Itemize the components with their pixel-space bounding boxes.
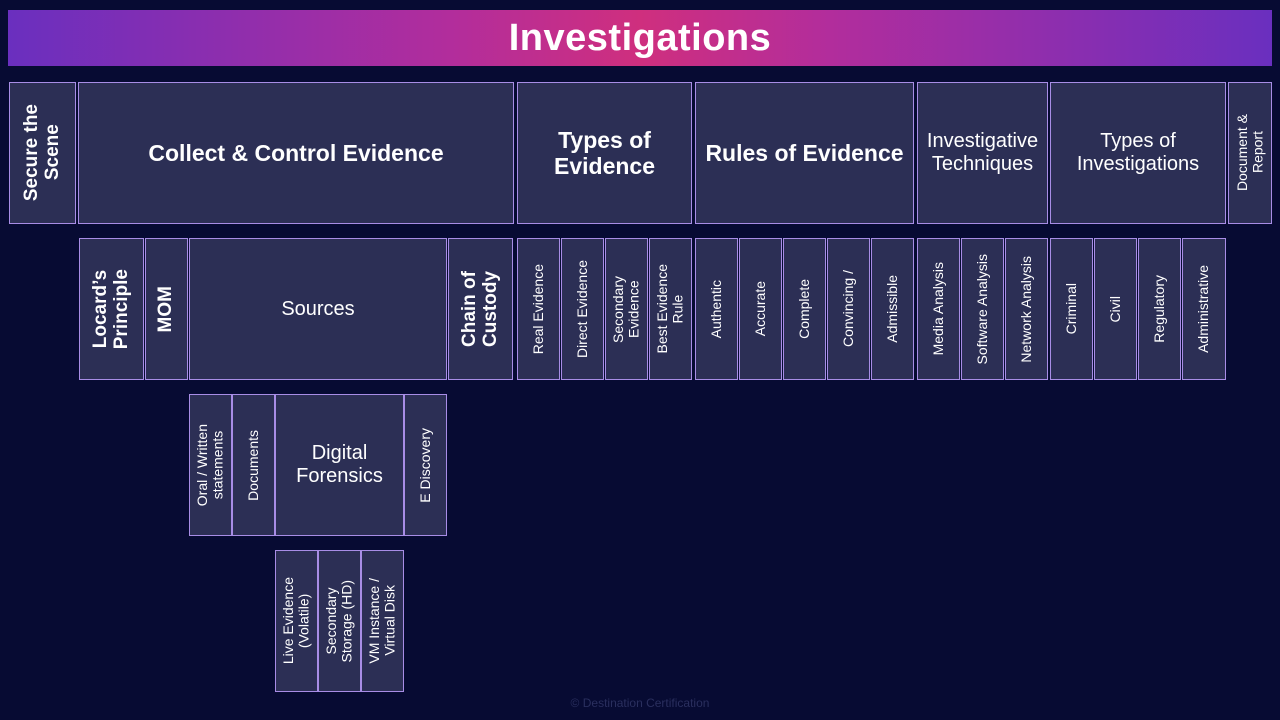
page-title: Investigations: [508, 16, 772, 59]
phase-types-of-investigations-label: Types of Investigations: [1076, 130, 1200, 175]
network-analysis-label: Network Analysis: [1017, 255, 1034, 363]
software-analysis-label: Software Analysis: [973, 253, 990, 365]
vm-instance-virtual-disk-label: VM Instance / Virtual Disk: [366, 578, 398, 664]
mom: MOM: [145, 238, 188, 380]
investigation-criminal-label: Criminal: [1062, 283, 1079, 335]
network-analysis: Network Analysis: [1005, 238, 1048, 380]
investigation-criminal: Criminal: [1050, 238, 1093, 380]
best-evidence-rule: Best Evidence Rule: [649, 238, 692, 380]
phase-types-of-evidence-label: Types of Evidence: [554, 126, 655, 179]
phase-investigative-techniques: Investigative Techniques: [917, 82, 1048, 224]
rule-accurate: Accurate: [739, 238, 782, 380]
rule-complete: Complete: [783, 238, 826, 380]
media-analysis-label: Media Analysis: [929, 262, 946, 356]
phase-secure-the-scene: Secure the Scene: [9, 82, 76, 224]
digital-forensics: Digital Forensics: [275, 394, 404, 536]
rule-complete-label: Complete: [795, 279, 812, 339]
direct-evidence-label: Direct Evidence: [573, 259, 590, 359]
secondary-evidence: Secondary Evidence: [605, 238, 648, 380]
best-evidence-rule-label: Best Evidence Rule: [654, 264, 686, 354]
investigation-civil-label: Civil: [1106, 295, 1123, 323]
rule-authentic: Authentic: [695, 238, 738, 380]
real-evidence: Real Evidence: [517, 238, 560, 380]
investigation-administrative: Administrative: [1182, 238, 1226, 380]
phase-document-report: Document & Report: [1228, 82, 1272, 224]
direct-evidence: Direct Evidence: [561, 238, 604, 380]
software-analysis: Software Analysis: [961, 238, 1004, 380]
secondary-storage: Secondary Storage (HD): [318, 550, 361, 692]
phase-investigative-techniques-label: Investigative Techniques: [926, 130, 1039, 175]
media-analysis: Media Analysis: [917, 238, 960, 380]
rule-authentic-label: Authentic: [707, 279, 724, 339]
digital-forensics-label: Digital Forensics: [296, 442, 383, 487]
oral-written-statements-label: Oral / Written statements: [194, 423, 226, 507]
phase-rules-of-evidence-label: Rules of Evidence: [705, 139, 904, 166]
phase-types-of-investigations: Types of Investigations: [1050, 82, 1226, 224]
documents-label: Documents: [244, 429, 261, 501]
phase-rules-of-evidence: Rules of Evidence: [695, 82, 914, 224]
phase-secure-the-scene-label: Secure the Scene: [20, 104, 63, 202]
locards-principle-label: Locard’s Principle: [89, 268, 132, 350]
phase-types-of-evidence: Types of Evidence: [517, 82, 692, 224]
rule-admissible-label: Admissible: [883, 275, 900, 343]
e-discovery: E Discovery: [404, 394, 447, 536]
investigation-administrative-label: Administrative: [1195, 265, 1212, 353]
investigation-regulatory: Regulatory: [1138, 238, 1181, 380]
live-evidence-label: Live Evidence (Volatile): [280, 577, 312, 665]
investigation-civil: Civil: [1094, 238, 1137, 380]
phase-collect-control-evidence-label: Collect & Control Evidence: [148, 139, 444, 166]
title-banner: Investigations: [8, 10, 1272, 66]
rule-convincing-label: Convincing /: [839, 270, 856, 348]
phase-collect-control-evidence: Collect & Control Evidence: [78, 82, 514, 224]
investigation-regulatory-label: Regulatory: [1150, 275, 1167, 343]
live-evidence: Live Evidence (Volatile): [275, 550, 318, 692]
phase-document-report-label: Document & Report: [1233, 114, 1265, 192]
copyright-footer: © Destination Certification: [570, 696, 710, 710]
rule-accurate-label: Accurate: [751, 281, 768, 337]
sources: Sources: [189, 238, 447, 380]
sources-label: Sources: [281, 297, 355, 320]
e-discovery-label: E Discovery: [416, 427, 433, 503]
chain-of-custody: Chain of Custody: [448, 238, 513, 380]
mom-label: MOM: [155, 285, 177, 333]
documents: Documents: [232, 394, 275, 536]
locards-principle: Locard’s Principle: [79, 238, 144, 380]
vm-instance-virtual-disk: VM Instance / Virtual Disk: [361, 550, 404, 692]
rule-convincing: Convincing /: [827, 238, 870, 380]
rule-admissible: Admissible: [871, 238, 914, 380]
chain-of-custody-label: Chain of Custody: [458, 271, 501, 347]
secondary-evidence-label: Secondary Evidence: [610, 275, 642, 343]
oral-written-statements: Oral / Written statements: [189, 394, 232, 536]
real-evidence-label: Real Evidence: [529, 263, 546, 355]
secondary-storage-label: Secondary Storage (HD): [323, 579, 355, 663]
